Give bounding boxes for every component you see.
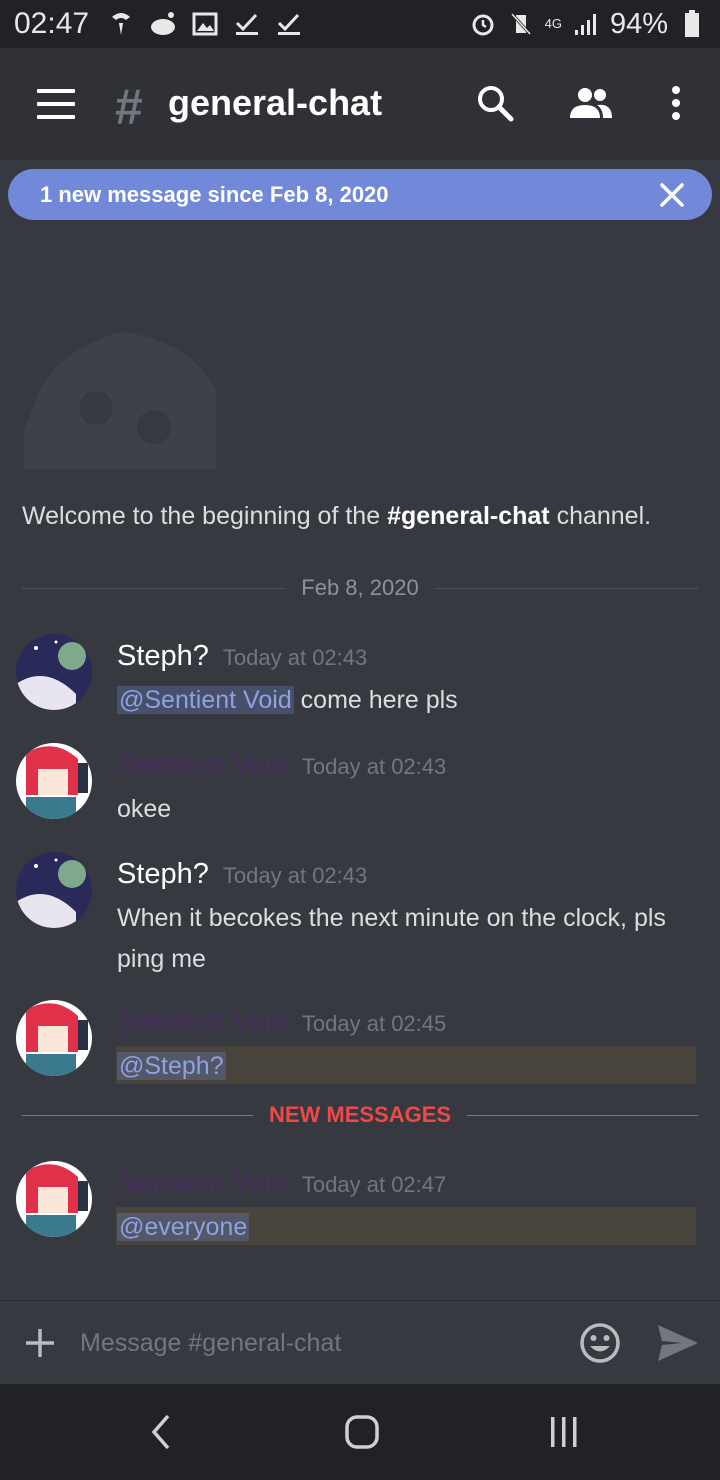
discord-logo-icon: [20, 330, 220, 480]
message[interactable]: Sentient Void Today at 02:45 @Steph?: [0, 998, 720, 1088]
user-mention[interactable]: @Sentient Void: [117, 686, 294, 714]
send-icon[interactable]: [656, 1323, 700, 1363]
date-divider: Feb 8, 2020: [22, 573, 698, 603]
welcome-text: Welcome to the beginning of the #general…: [22, 502, 651, 531]
vibrate-mute-icon: [507, 10, 535, 38]
date-divider-label: Feb 8, 2020: [301, 575, 419, 600]
message-content: When it becokes the next minute on the c…: [117, 898, 707, 980]
network-type: 4G: [544, 16, 562, 31]
check-done-icon: [233, 10, 261, 38]
new-messages-label: NEW MESSAGES: [268, 1102, 452, 1127]
emoji-icon[interactable]: [578, 1321, 622, 1365]
timestamp: Today at 02:43: [222, 863, 368, 888]
user-mention[interactable]: @Steph?: [117, 1052, 226, 1080]
message-content: @everyone: [117, 1207, 707, 1248]
back-icon[interactable]: [140, 1412, 184, 1452]
signal-icon: [572, 10, 600, 38]
message-header: Sentient Void Today at 02:47: [117, 1167, 446, 1200]
android-nav-bar: [0, 1384, 720, 1480]
new-messages-divider: NEW MESSAGES: [22, 1100, 699, 1130]
message[interactable]: Steph? Today at 02:43 @Sentient Void com…: [0, 632, 720, 722]
channel-hash-icon: #: [115, 79, 143, 135]
author-name[interactable]: Steph?: [117, 858, 209, 891]
message-text: When it becokes the next minute on the c…: [117, 904, 666, 973]
avatar[interactable]: [16, 1000, 92, 1076]
message-header: Sentient Void Today at 02:43: [117, 749, 446, 782]
message[interactable]: Steph? Today at 02:43 When it becokes th…: [0, 850, 720, 980]
message-content: okee: [117, 789, 707, 830]
timestamp: Today at 02:43: [222, 645, 368, 670]
battery-icon: [678, 10, 706, 38]
home-icon[interactable]: [340, 1412, 384, 1452]
message-input[interactable]: [80, 1321, 550, 1365]
message-text: okee: [117, 795, 172, 823]
menu-icon[interactable]: [37, 89, 75, 119]
timestamp: Today at 02:47: [301, 1172, 447, 1197]
reddit-icon: [149, 10, 177, 38]
timestamp: Today at 02:45: [301, 1011, 447, 1036]
message-text: come here pls: [293, 686, 458, 714]
more-options-icon[interactable]: [651, 78, 701, 128]
add-attachment-icon[interactable]: [24, 1327, 56, 1359]
battery-level: 94%: [609, 7, 668, 40]
author-name[interactable]: Sentient Void: [117, 1167, 288, 1200]
search-icon[interactable]: [470, 78, 520, 128]
message-content: @Sentient Void come here pls: [117, 680, 707, 721]
alarm-icon: [469, 10, 497, 38]
avatar[interactable]: [16, 634, 92, 710]
system-icons: 4G 94%: [469, 8, 706, 41]
channel-title: general-chat: [168, 82, 383, 123]
members-icon[interactable]: [566, 78, 616, 128]
avatar[interactable]: [16, 852, 92, 928]
message-header: Sentient Void Today at 02:45: [117, 1006, 446, 1039]
message-header: Steph? Today at 02:43: [117, 640, 367, 673]
welcome-suffix: channel.: [549, 502, 652, 530]
welcome-prefix: Welcome to the beginning of the: [22, 502, 388, 530]
message-composer: [0, 1300, 720, 1384]
everyone-mention[interactable]: @everyone: [117, 1213, 250, 1241]
message[interactable]: Sentient Void Today at 02:47 @everyone: [0, 1159, 720, 1249]
status-time: 02:47: [14, 7, 90, 40]
status-bar: 02:47 4G 94%: [0, 0, 720, 48]
author-name[interactable]: Sentient Void: [117, 749, 288, 782]
channel-header: # general-chat: [0, 48, 720, 160]
new-message-banner[interactable]: 1 new message since Feb 8, 2020: [8, 169, 712, 220]
gallery-icon: [191, 10, 219, 38]
notification-icons: [107, 10, 303, 38]
message-content: @Steph?: [117, 1046, 707, 1087]
app-notification-icon: [107, 10, 135, 38]
author-name[interactable]: Steph?: [117, 640, 209, 673]
check-done-icon: [275, 10, 303, 38]
welcome-channel: #general-chat: [387, 502, 550, 530]
close-icon[interactable]: [658, 181, 686, 209]
recents-icon[interactable]: [542, 1412, 586, 1452]
banner-text: 1 new message since Feb 8, 2020: [40, 181, 389, 207]
message[interactable]: Sentient Void Today at 02:43 okee: [0, 741, 720, 831]
author-name[interactable]: Sentient Void: [117, 1006, 288, 1039]
timestamp: Today at 02:43: [301, 754, 447, 779]
avatar[interactable]: [16, 1161, 92, 1237]
message-header: Steph? Today at 02:43: [117, 858, 367, 891]
avatar[interactable]: [16, 743, 92, 819]
